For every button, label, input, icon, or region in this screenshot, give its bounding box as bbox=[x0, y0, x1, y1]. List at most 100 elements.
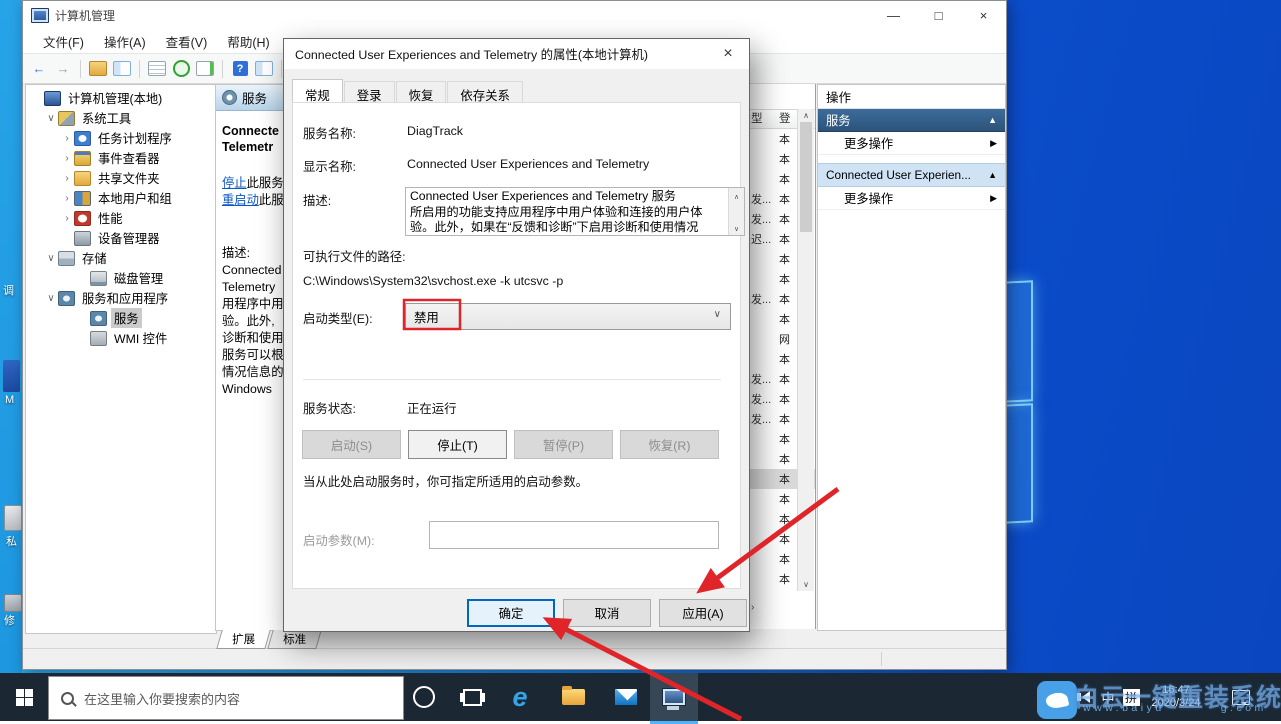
desktop-icon[interactable] bbox=[4, 505, 22, 531]
taskbar-search-box[interactable]: 在这里输入你要搜索的内容 bbox=[48, 676, 404, 720]
description-text-line: Windows bbox=[222, 382, 272, 396]
scrollbar-thumb[interactable] bbox=[800, 122, 812, 232]
properties-icon[interactable] bbox=[148, 61, 166, 76]
mail-button[interactable] bbox=[602, 673, 650, 721]
submenu-arrow-icon: ▶ bbox=[990, 192, 997, 203]
dialog-titlebar[interactable]: Connected User Experiences and Telemetry… bbox=[284, 39, 749, 69]
export-list-icon[interactable] bbox=[196, 61, 214, 76]
more-actions-services[interactable]: 更多操作 ▶ bbox=[818, 132, 1005, 155]
view-tab[interactable]: 扩展 bbox=[216, 630, 271, 649]
menu-item[interactable]: 帮助(H) bbox=[217, 30, 279, 53]
stop-service-link[interactable]: 停止 bbox=[222, 176, 247, 190]
description-scrollbar[interactable]: ∧ ∨ bbox=[728, 188, 744, 236]
tree-item[interactable]: ∨ 系统工具 bbox=[26, 108, 216, 128]
tree-item[interactable]: 计算机管理(本地) bbox=[26, 88, 216, 108]
task-view-button[interactable] bbox=[448, 673, 496, 721]
computer-management-taskbar-button[interactable] bbox=[650, 673, 698, 724]
tree-item[interactable]: › 本地用户和组 bbox=[26, 188, 216, 208]
tree-expander-icon[interactable]: ∨ bbox=[44, 253, 58, 264]
actions-group-selected-service[interactable]: Connected User Experien... ▲ bbox=[818, 163, 1005, 187]
dialog-close-icon[interactable]: × bbox=[707, 39, 749, 69]
help-icon[interactable]: ? bbox=[232, 61, 248, 76]
scroll-up-icon[interactable]: ∧ bbox=[734, 190, 739, 206]
tree-item[interactable]: ∨ 服务和应用程序 bbox=[26, 288, 216, 308]
cortana-button[interactable] bbox=[400, 673, 448, 721]
more-actions-selected-service[interactable]: 更多操作 ▶ bbox=[818, 187, 1005, 210]
tree-item[interactable]: › 事件查看器 bbox=[26, 148, 216, 168]
tree-expander-icon[interactable]: ∨ bbox=[44, 293, 58, 304]
tree-item-label: 任务计划程序 bbox=[98, 132, 172, 146]
tree-item[interactable]: 磁盘管理 bbox=[26, 268, 216, 288]
menu-item[interactable]: 查看(V) bbox=[156, 30, 218, 53]
tree-item-icon bbox=[74, 210, 91, 226]
column-header-logon[interactable]: 登 bbox=[779, 110, 791, 128]
tree-expander-icon[interactable]: ∨ bbox=[44, 113, 58, 124]
tree-item-label: 性能 bbox=[98, 212, 123, 226]
menu-item[interactable]: 操作(A) bbox=[94, 30, 156, 53]
tree-expander-icon[interactable]: › bbox=[60, 173, 74, 184]
column-header-type[interactable]: 型 bbox=[749, 110, 779, 128]
desktop-icon-label[interactable]: 私 bbox=[6, 533, 17, 549]
desktop-icon-label[interactable]: M bbox=[5, 394, 14, 406]
scroll-down-icon[interactable]: ∨ bbox=[803, 580, 809, 589]
view-tab[interactable]: 标准 bbox=[267, 630, 322, 649]
tree-item[interactable]: WMI 控件 bbox=[26, 328, 216, 348]
minimize-button[interactable]: — bbox=[871, 1, 916, 29]
window-titlebar[interactable]: 计算机管理 — □ × bbox=[23, 1, 1006, 29]
tree-item[interactable]: › 任务计划程序 bbox=[26, 128, 216, 148]
service-control-button[interactable]: 启动(S) bbox=[302, 430, 401, 459]
file-explorer-button[interactable] bbox=[549, 673, 597, 721]
scroll-right-icon[interactable]: › bbox=[751, 602, 754, 613]
menu-item[interactable]: 文件(F) bbox=[33, 30, 94, 53]
desktop-icon[interactable] bbox=[4, 594, 22, 612]
action-pane-toggle-icon[interactable] bbox=[255, 61, 273, 76]
close-button[interactable]: × bbox=[961, 1, 1006, 29]
start-button[interactable] bbox=[0, 673, 48, 721]
refresh-icon[interactable] bbox=[172, 60, 190, 77]
tree-expander-icon[interactable]: › bbox=[60, 213, 74, 224]
startup-type-dropdown[interactable]: 禁用 ∨ bbox=[405, 303, 731, 330]
restart-service-link[interactable]: 重启动 bbox=[222, 193, 259, 207]
start-parameters-input[interactable] bbox=[429, 521, 719, 549]
tree-expander-icon[interactable]: › bbox=[60, 153, 74, 164]
edge-button[interactable]: e bbox=[496, 673, 544, 721]
tree-item-label: 服务和应用程序 bbox=[82, 292, 169, 306]
dialog-button[interactable]: 应用(A) bbox=[659, 599, 747, 627]
tree-expander-icon[interactable]: › bbox=[60, 193, 74, 204]
console-tree-toggle-icon[interactable] bbox=[113, 61, 131, 76]
dialog-button[interactable]: 取消 bbox=[563, 599, 651, 627]
tree-item-icon bbox=[90, 330, 107, 346]
maximize-button[interactable]: □ bbox=[916, 1, 961, 29]
collapse-icon[interactable]: ▲ bbox=[988, 170, 997, 180]
toolbar-separator bbox=[222, 59, 223, 78]
toolbar-separator bbox=[139, 59, 140, 78]
tree-item[interactable]: › 共享文件夹 bbox=[26, 168, 216, 188]
desktop-icon-label[interactable]: 修 bbox=[4, 612, 15, 628]
tree-item[interactable]: › 性能 bbox=[26, 208, 216, 228]
folder-icon[interactable] bbox=[89, 61, 107, 76]
service-control-button[interactable]: 暂停(P) bbox=[514, 430, 613, 459]
actions-group-services[interactable]: 服务 ▲ bbox=[818, 109, 1005, 132]
vertical-scrollbar[interactable]: ∧ ∨ bbox=[797, 109, 814, 591]
mail-icon bbox=[615, 689, 637, 705]
tree-item[interactable]: 设备管理器 bbox=[26, 228, 216, 248]
scroll-down-icon[interactable]: ∨ bbox=[734, 222, 739, 236]
description-label: 描述: bbox=[303, 194, 332, 208]
description-text-line: Connected bbox=[222, 263, 282, 277]
forward-icon[interactable]: → bbox=[53, 59, 73, 79]
service-control-button[interactable]: 恢复(R) bbox=[620, 430, 719, 459]
tree-item-icon bbox=[58, 290, 75, 306]
service-control-button[interactable]: 停止(T) bbox=[408, 430, 507, 459]
tree-item[interactable]: 服务 bbox=[26, 308, 216, 328]
back-icon[interactable]: ← bbox=[29, 59, 49, 79]
collapse-icon[interactable]: ▲ bbox=[988, 115, 997, 125]
desktop-icon-label[interactable]: 调 bbox=[3, 282, 14, 298]
windows-logo-icon bbox=[15, 688, 33, 706]
dialog-button[interactable]: 确定 bbox=[467, 599, 555, 627]
scroll-up-icon[interactable]: ∧ bbox=[803, 111, 809, 120]
tree-item[interactable]: ∨ 存储 bbox=[26, 248, 216, 268]
toolbar-separator bbox=[281, 59, 282, 78]
tree-expander-icon[interactable]: › bbox=[60, 133, 74, 144]
desktop-icon[interactable] bbox=[3, 360, 20, 392]
description-textbox[interactable]: Connected User Experiences and Telemetry… bbox=[405, 187, 745, 236]
